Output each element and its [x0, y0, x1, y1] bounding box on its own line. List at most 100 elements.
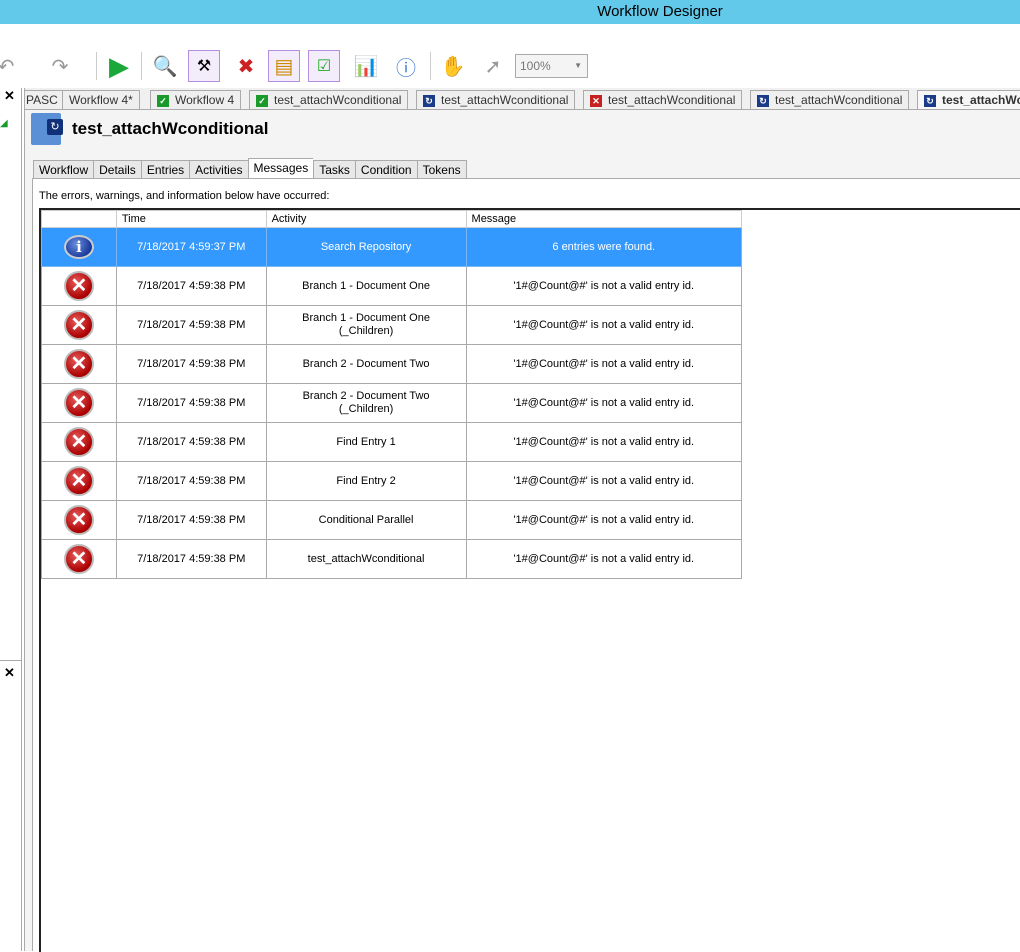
message-cell: 6 entries were found.	[465, 227, 743, 267]
time-cell: 7/18/2017 4:59:38 PM	[115, 305, 267, 345]
doc-tab-active[interactable]: ↻test_attachWconditional	[917, 90, 1020, 109]
info-button[interactable]: ⓘ	[390, 50, 422, 82]
check-icon: ✓	[157, 94, 169, 107]
column-header-time[interactable]: Time	[115, 210, 267, 228]
doc-tab[interactable]: ✓ test_attachWconditional	[249, 90, 409, 109]
table-row[interactable]: i 7/18/2017 4:59:37 PM Search Repository 6 …	[41, 227, 743, 267]
layout-button[interactable]: ▤	[268, 50, 300, 82]
doc-tab[interactable]: ↻ test_attachWconditional	[416, 90, 576, 109]
tab-activities[interactable]: Activities	[189, 160, 248, 179]
table-row[interactable]: ✕ 7/18/2017 4:59:38 PM Branch 1 - Document…	[41, 305, 743, 345]
time-cell: 7/18/2017 4:59:38 PM	[115, 266, 267, 306]
running-icon: ↻	[757, 94, 769, 107]
title-bar: Workflow Designer	[0, 0, 1020, 24]
error-icon: ✕	[63, 544, 94, 574]
type-cell: ✕	[41, 383, 117, 423]
checklist-button[interactable]: ☑	[308, 50, 340, 82]
chevron-down-icon: ▼	[574, 61, 582, 70]
message-cell: '1#@Count@#' is not a valid entry id.	[465, 500, 743, 540]
tab-workflow[interactable]: Workflow	[33, 160, 94, 179]
type-cell: ✕	[41, 344, 117, 384]
error-icon: ✕	[63, 505, 94, 535]
message-cell: '1#@Count@#' is not a valid entry id.	[465, 266, 743, 306]
error-icon: ✕	[63, 388, 94, 418]
running-icon: ↻	[924, 94, 936, 107]
zoom-select[interactable]: 100% ▼	[515, 54, 588, 78]
pan-button[interactable]: ✋	[437, 50, 469, 82]
find-button[interactable]: 🔍	[149, 50, 181, 82]
close-icon[interactable]: ✕	[4, 88, 15, 104]
sub-tabs: Workflow Details Entries Activities Mess…	[33, 158, 467, 179]
activity-cell: test_attachWconditional	[265, 539, 467, 579]
error-icon: ✕	[590, 94, 602, 107]
activity-cell: Branch 1 - Document One	[265, 266, 467, 306]
table-row[interactable]: ✕ 7/18/2017 4:59:38 PM test_attachWconditi…	[41, 539, 743, 579]
close-icon[interactable]: ✕	[4, 665, 15, 681]
messages-intro: The errors, warnings, and information be…	[39, 190, 330, 202]
error-icon: ✕	[63, 466, 94, 496]
tab-messages[interactable]: Messages	[247, 158, 314, 179]
time-cell: 7/18/2017 4:59:38 PM	[115, 539, 267, 579]
message-cell: '1#@Count@#' is not a valid entry id.	[465, 344, 743, 384]
document-area: PASC Workflow 4* ✓ Workflow 4 ✓ test_attac…	[24, 88, 1020, 952]
document-tabs: PASC Workflow 4* ✓ Workflow 4 ✓ test_attac…	[25, 88, 1020, 110]
left-panel: ✕ ◢ ✕	[0, 88, 22, 951]
type-cell: i	[41, 227, 117, 267]
workflow-icon: ↻	[31, 113, 63, 145]
column-header-message[interactable]: Message	[465, 210, 743, 228]
time-cell: 7/18/2017 4:59:38 PM	[115, 383, 267, 423]
table-row[interactable]: ✕ 7/18/2017 4:59:38 PM Conditional Paralle…	[41, 500, 743, 540]
messages-grid: Time Activity Message i 7/18/2017 4:59:37…	[39, 208, 1020, 952]
doc-tab[interactable]: Workflow 4*	[62, 90, 140, 109]
message-cell: '1#@Count@#' is not a valid entry id.	[465, 383, 743, 423]
table-row[interactable]: ✕ 7/18/2017 4:59:38 PM Branch 2 - Document…	[41, 383, 743, 423]
time-cell: 7/18/2017 4:59:38 PM	[115, 500, 267, 540]
activity-cell: Branch 2 - Document Two (_Children)	[265, 383, 467, 423]
time-cell: 7/18/2017 4:59:38 PM	[115, 461, 267, 501]
type-cell: ✕	[41, 500, 117, 540]
tools-button[interactable]: ⚒	[188, 50, 220, 82]
check-icon: ✓	[256, 94, 268, 107]
stop-button[interactable]: ✖	[230, 50, 262, 82]
message-cell: '1#@Count@#' is not a valid entry id.	[465, 539, 743, 579]
error-icon: ✕	[63, 271, 94, 301]
type-cell: ✕	[41, 266, 117, 306]
type-cell: ✕	[41, 539, 117, 579]
redo-button[interactable]: ↷	[44, 50, 76, 82]
activity-cell: Find Entry 2	[265, 461, 467, 501]
undo-button[interactable]: ↶	[0, 50, 22, 82]
type-cell: ✕	[41, 422, 117, 462]
tab-entries[interactable]: Entries	[140, 160, 190, 179]
running-icon: ↻	[423, 94, 435, 107]
pointer-button[interactable]: ➚	[477, 50, 509, 82]
time-cell: 7/18/2017 4:59:38 PM	[115, 422, 267, 462]
run-button[interactable]: ▶	[103, 50, 135, 82]
doc-tab[interactable]: ✕ test_attachWconditional	[583, 90, 743, 109]
tab-condition[interactable]: Condition	[354, 160, 417, 179]
activity-cell: Find Entry 1	[265, 422, 467, 462]
error-icon: ✕	[63, 310, 94, 340]
messages-panel: The errors, warnings, and information be…	[32, 178, 1020, 952]
column-header-type[interactable]	[41, 210, 117, 228]
table-row[interactable]: ✕ 7/18/2017 4:59:38 PM Find Entry 1'1#@Cou…	[41, 422, 743, 462]
message-cell: '1#@Count@#' is not a valid entry id.	[465, 461, 743, 501]
activity-cell: Branch 2 - Document Two	[265, 344, 467, 384]
table-row[interactable]: ✕ 7/18/2017 4:59:38 PM Branch 1 - Document…	[41, 266, 743, 306]
type-cell: ✕	[41, 461, 117, 501]
table-row[interactable]: ✕ 7/18/2017 4:59:38 PM Branch 2 - Document…	[41, 344, 743, 384]
table-row[interactable]: ✕ 7/18/2017 4:59:38 PM Find Entry 2'1#@Cou…	[41, 461, 743, 501]
expand-arrow-icon[interactable]: ◢	[0, 118, 8, 129]
type-cell: ✕	[41, 305, 117, 345]
doc-tab[interactable]: ✓ Workflow 4	[150, 90, 242, 109]
error-icon: ✕	[63, 349, 94, 379]
time-cell: 7/18/2017 4:59:38 PM	[115, 344, 267, 384]
tab-tasks[interactable]: Tasks	[313, 160, 355, 179]
tab-details[interactable]: Details	[93, 160, 141, 179]
activity-cell: Search Repository	[265, 227, 467, 267]
report-button[interactable]: 📊	[350, 50, 382, 82]
doc-tab[interactable]: ↻ test_attachWconditional	[750, 90, 910, 109]
doc-tab[interactable]: PASC	[25, 90, 65, 109]
column-header-activity[interactable]: Activity	[265, 210, 467, 228]
tab-tokens[interactable]: Tokens	[416, 160, 467, 179]
activity-cell: Conditional Parallel	[265, 500, 467, 540]
